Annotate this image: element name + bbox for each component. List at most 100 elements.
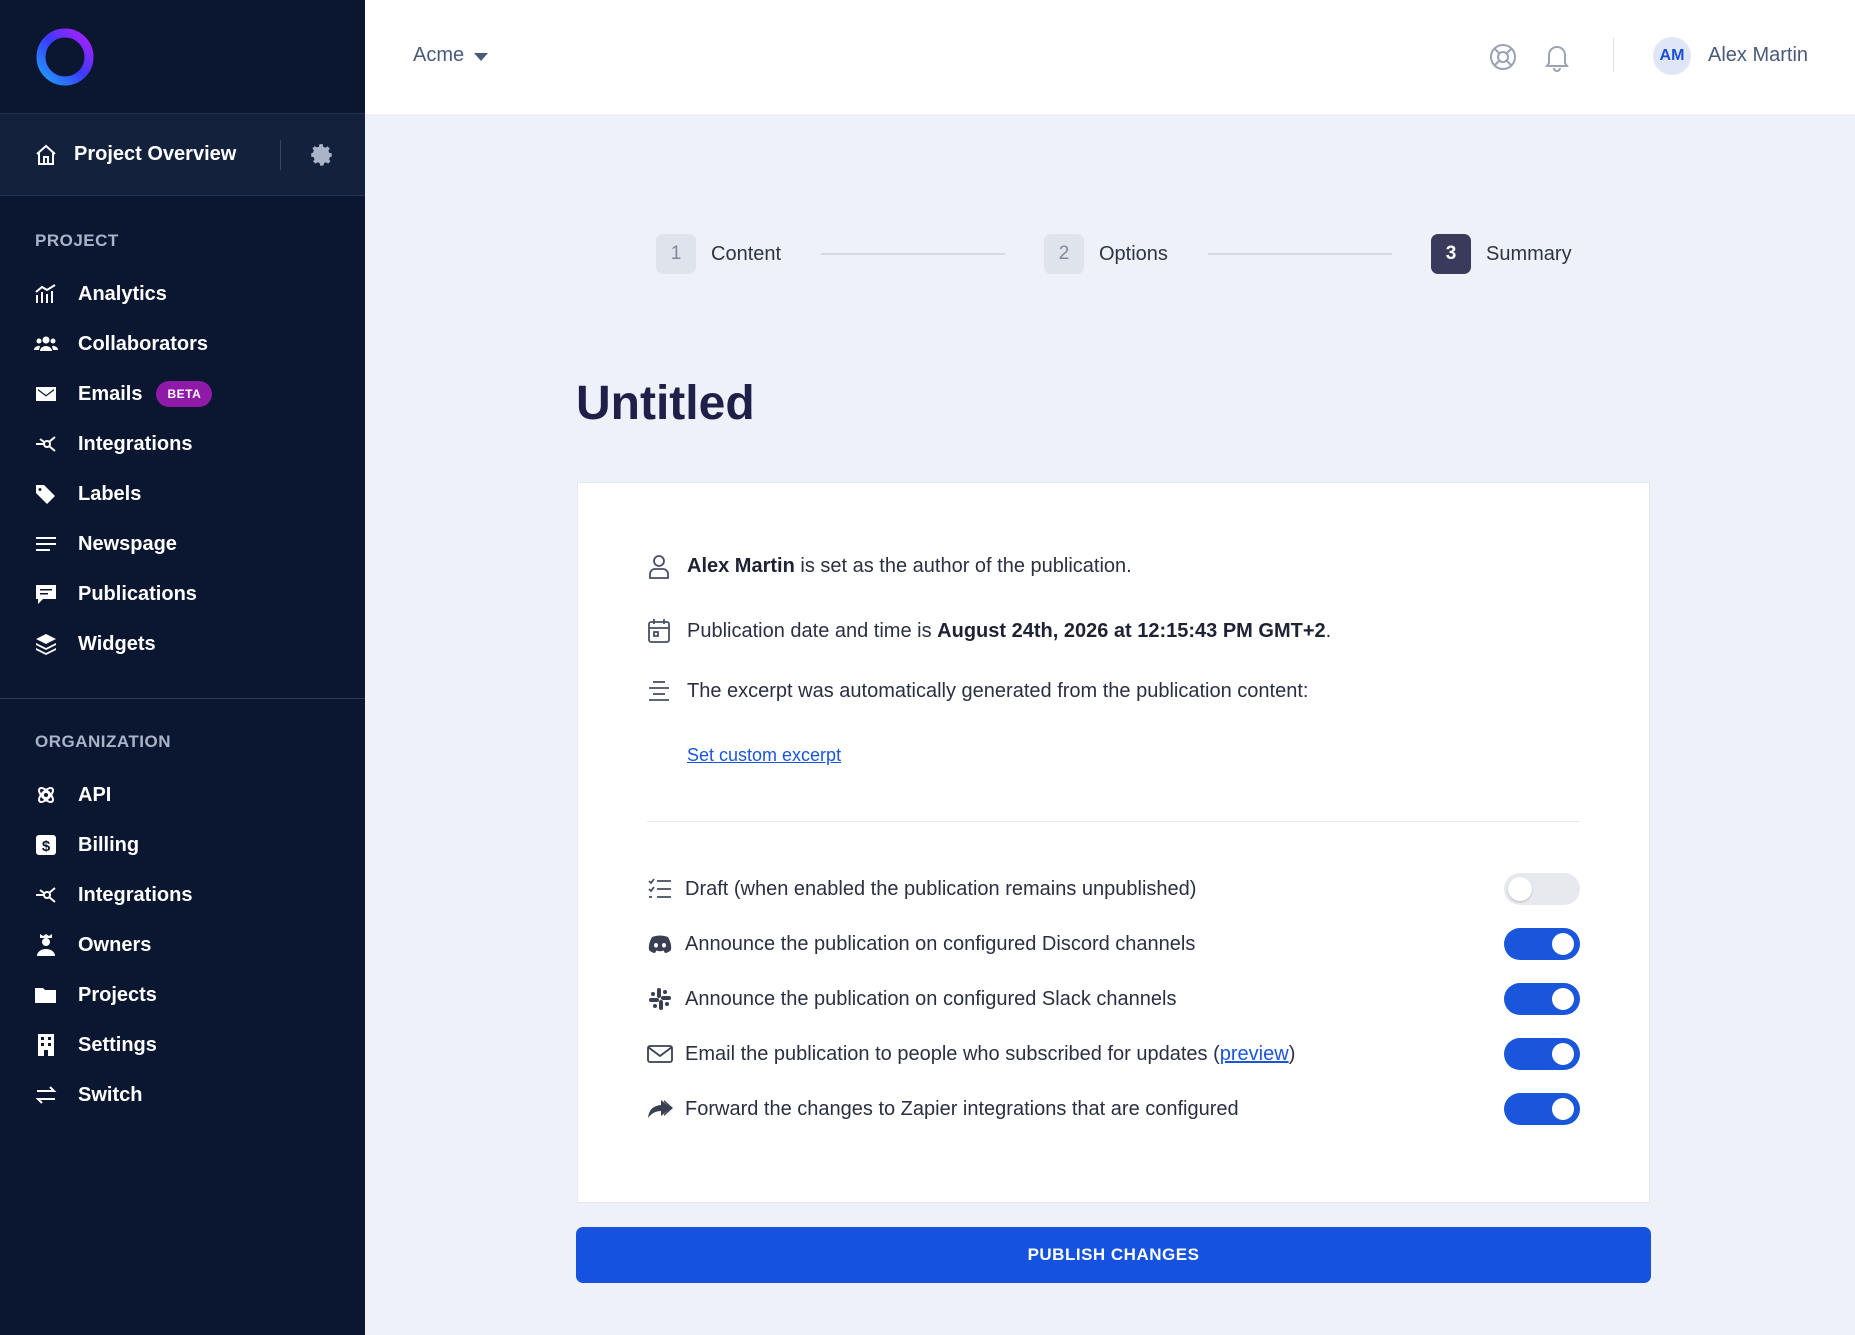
sidebar-item-label: Collaborators <box>78 332 209 355</box>
avatar[interactable]: AM <box>1653 37 1691 75</box>
overview-divider <box>280 140 281 170</box>
author-suffix: is set as the author of the publication. <box>794 554 1132 577</box>
discord-icon <box>647 931 673 957</box>
help-lifebuoy-icon[interactable] <box>1488 42 1518 72</box>
custom-excerpt-row: Set custom excerpt <box>687 745 841 766</box>
list-icon <box>34 532 58 556</box>
zapier-label: Forward the changes to Zapier integratio… <box>685 1097 1239 1120</box>
sidebar-item-label: Owners <box>78 933 152 956</box>
email-toggle[interactable] <box>1504 1038 1580 1070</box>
sidebar-item-label: Widgets <box>78 632 156 655</box>
author-text: Alex Martin is set as the author of the … <box>687 555 1132 578</box>
message-icon <box>34 582 58 606</box>
sidebar-item-label: Integrations <box>78 883 193 906</box>
discord-label: Announce the publication on configured D… <box>685 932 1196 955</box>
step-connector <box>821 253 1005 255</box>
organization-section-title: ORGANIZATION <box>35 732 172 751</box>
date-row: Publication date and time is August 24th… <box>647 618 1331 644</box>
publish-changes-button[interactable]: PUBLISH CHANGES <box>576 1227 1651 1283</box>
sidebar-item-label: Publications <box>78 582 197 605</box>
sidebar-item-api[interactable]: API <box>0 770 365 820</box>
sidebar-item-emails[interactable]: Emails BETA <box>0 369 365 419</box>
sidebar-item-newspage[interactable]: Newspage <box>0 519 365 569</box>
slack-icon <box>647 986 673 1012</box>
toggle-knob <box>1508 877 1532 901</box>
step-label: Summary <box>1486 242 1572 265</box>
card-divider <box>647 821 1580 822</box>
step-number: 3 <box>1431 234 1471 274</box>
author-row: Alex Martin is set as the author of the … <box>647 553 1132 579</box>
project-overview[interactable]: Project Overview <box>0 114 365 196</box>
building-icon <box>34 1033 58 1057</box>
step-connector <box>1208 253 1392 255</box>
sidebar-item-projects[interactable]: Projects <box>0 970 365 1020</box>
page-title: Untitled <box>576 377 755 430</box>
organization-nav: API $ Billing Integrations Owners Projec… <box>0 770 365 1120</box>
sidebar-item-analytics[interactable]: Analytics <box>0 269 365 319</box>
toggle-row-slack: Announce the publication on configured S… <box>647 979 1580 1019</box>
chevron-down-icon <box>474 53 489 61</box>
integrations-icon <box>34 432 58 456</box>
draft-toggle[interactable] <box>1504 873 1580 905</box>
dollar-icon: $ <box>34 833 58 857</box>
layers-icon <box>34 632 58 656</box>
sidebar-item-label: API <box>78 783 112 806</box>
sidebar-item-collaborators[interactable]: Collaborators <box>0 319 365 369</box>
sidebar-item-labels[interactable]: Labels <box>0 469 365 519</box>
step-summary[interactable]: 3 Summary <box>1431 234 1572 274</box>
toggle-row-discord: Announce the publication on configured D… <box>647 924 1580 964</box>
step-label: Content <box>711 242 782 265</box>
gear-icon[interactable] <box>309 142 335 168</box>
toggle-knob <box>1552 1043 1574 1065</box>
step-content[interactable]: 1 Content <box>656 234 781 274</box>
email-label-suffix: ) <box>1288 1042 1296 1065</box>
home-icon <box>36 144 56 165</box>
email-label-prefix: Email the publication to people who subs… <box>685 1042 1220 1065</box>
toggle-knob <box>1552 988 1574 1010</box>
app-logo[interactable] <box>34 26 96 88</box>
sidebar-item-org-integrations[interactable]: Integrations <box>0 870 365 920</box>
slack-toggle[interactable] <box>1504 983 1580 1015</box>
email-label: Email the publication to people who subs… <box>685 1043 1295 1066</box>
discord-toggle[interactable] <box>1504 928 1580 960</box>
forward-icon <box>647 1096 673 1122</box>
user-name[interactable]: Alex Martin <box>1708 44 1808 67</box>
sidebar-item-integrations[interactable]: Integrations <box>0 419 365 469</box>
sidebar-item-label: Labels <box>78 482 142 505</box>
step-number: 1 <box>656 234 696 274</box>
date-value: August 24th, 2026 at 12:15:43 PM GMT+2 <box>937 619 1326 642</box>
sidebar-item-publications[interactable]: Publications <box>0 569 365 619</box>
owner-icon <box>34 933 58 957</box>
logo-area <box>0 0 365 114</box>
toggle-knob <box>1552 1098 1574 1120</box>
email-icon <box>34 382 58 406</box>
sidebar-item-label: Projects <box>78 983 157 1006</box>
step-options[interactable]: 2 Options <box>1044 234 1168 274</box>
draft-label: Draft (when enabled the publication rema… <box>685 877 1197 900</box>
sidebar-item-billing[interactable]: $ Billing <box>0 820 365 870</box>
org-name: Acme <box>413 44 465 66</box>
sidebar-item-settings[interactable]: Settings <box>0 1020 365 1070</box>
users-icon <box>34 332 58 356</box>
set-custom-excerpt-link[interactable]: Set custom excerpt <box>687 745 841 766</box>
toggle-row-draft: Draft (when enabled the publication rema… <box>647 869 1580 909</box>
sidebar-item-switch[interactable]: Switch <box>0 1070 365 1120</box>
slack-label: Announce the publication on configured S… <box>685 987 1177 1010</box>
bell-icon[interactable] <box>1543 42 1571 72</box>
toggle-row-email: Email the publication to people who subs… <box>647 1034 1580 1074</box>
date-prefix: Publication date and time is <box>687 619 938 642</box>
beta-badge: BETA <box>156 381 213 407</box>
sidebar-item-widgets[interactable]: Widgets <box>0 619 365 669</box>
sidebar-item-label: Emails <box>78 382 143 405</box>
checklist-icon <box>647 876 673 902</box>
sidebar-item-owners[interactable]: Owners <box>0 920 365 970</box>
analytics-icon <box>34 282 58 306</box>
sidebar-item-label: Newspage <box>78 532 177 555</box>
envelope-icon <box>647 1041 673 1067</box>
zapier-toggle[interactable] <box>1504 1093 1580 1125</box>
toggle-row-zapier: Forward the changes to Zapier integratio… <box>647 1089 1580 1129</box>
tags-icon <box>34 482 58 506</box>
org-switcher[interactable]: Acme <box>413 44 489 67</box>
top-header: Acme AM Alex Martin <box>365 0 1855 114</box>
preview-link[interactable]: preview <box>1220 1043 1289 1065</box>
